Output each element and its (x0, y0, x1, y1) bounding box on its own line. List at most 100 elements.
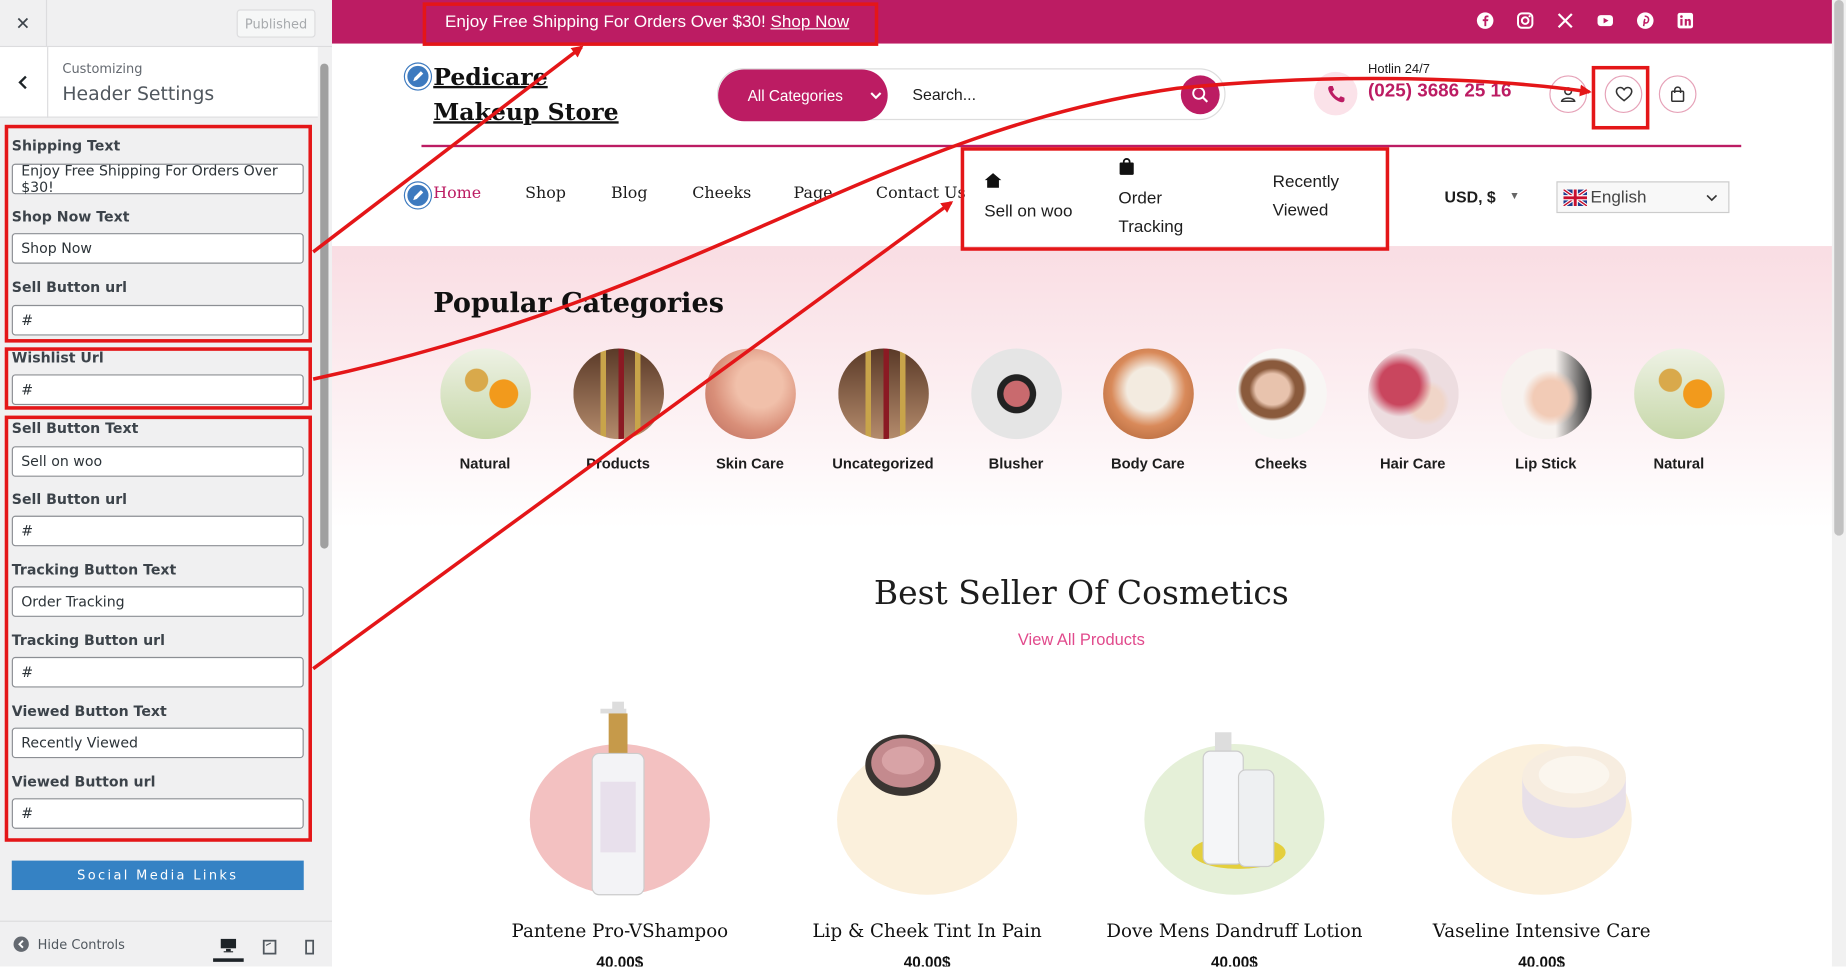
category-image (439, 348, 531, 440)
tracking-button-url-input[interactable]: # (11, 656, 304, 688)
tracking-button-text-input[interactable]: Order Tracking (11, 586, 304, 617)
sell-button-url-label: Sell Button url (11, 279, 128, 296)
category-image (1235, 348, 1327, 440)
caret-down-icon[interactable]: ▼ (1509, 190, 1520, 202)
shipping-text-input[interactable]: Enjoy Free Shipping For Orders Over $30! (11, 162, 304, 195)
instagram-icon[interactable] (1516, 12, 1534, 30)
customizer-footer: Hide Controls (0, 920, 332, 967)
product-price: 40.00$ (903, 953, 951, 967)
sidebar-scroll-thumb[interactable] (320, 63, 329, 549)
nav-contact-us[interactable]: Contact Us (876, 184, 966, 203)
social-media-links-button[interactable]: Social Media Links (11, 860, 304, 891)
nav-blog[interactable]: Blog (611, 184, 648, 203)
shopping-bag-icon (1119, 158, 1134, 175)
desktop-preview-icon[interactable] (213, 931, 244, 962)
product-price: 40.00$ (1210, 953, 1258, 967)
search-input[interactable]: Search... (912, 86, 976, 104)
category-image (1102, 348, 1194, 440)
product-name[interactable]: Dove Mens Dandruff Lotion (1081, 921, 1388, 942)
viewed-button-url-label: Viewed Button url (11, 773, 156, 790)
category-blusher[interactable]: Blusher (950, 348, 1082, 472)
view-all-products-link[interactable]: View All Products (332, 630, 1831, 649)
nav-shop[interactable]: Shop (525, 184, 566, 203)
sell-button-url-input-2[interactable]: # (11, 515, 304, 547)
account-button[interactable] (1549, 75, 1588, 114)
product-image (865, 734, 941, 796)
sell-button-text-input[interactable]: Sell on woo (11, 446, 304, 477)
wishlist-url-input[interactable]: # (11, 374, 304, 405)
product-image (1191, 732, 1286, 869)
wishlist-button[interactable] (1604, 75, 1643, 114)
chevron-down-icon (1706, 194, 1718, 202)
currency-switcher[interactable]: USD, $ (1445, 188, 1496, 206)
viewed-button-url-input[interactable]: # (11, 798, 304, 829)
category-select[interactable]: All Categories (718, 69, 888, 122)
sell-button-url-input[interactable]: # (11, 304, 304, 336)
sell-on-woo-button[interactable]: Sell on woo (984, 170, 1072, 227)
category-body-care[interactable]: Body Care (1082, 348, 1214, 472)
mobile-preview-icon[interactable] (294, 931, 325, 962)
category-cheeks[interactable]: Cheeks (1215, 348, 1347, 472)
product-name[interactable]: Lip & Cheek Tint In Pain (773, 921, 1080, 942)
shop-now-link[interactable]: Shop Now (770, 13, 849, 32)
category-lip-stick[interactable]: Lip Stick (1480, 348, 1612, 472)
uk-flag-icon (1563, 188, 1588, 206)
language-label: English (1590, 187, 1647, 207)
hotline-number[interactable]: (025) 3686 25 16 (1368, 81, 1515, 102)
recently-viewed-button[interactable]: Recently Viewed (1273, 168, 1361, 225)
nav-page[interactable]: Page (794, 184, 833, 203)
published-button[interactable]: Published (236, 9, 316, 38)
shop-now-text-label: Shop Now Text (11, 208, 130, 225)
site-logo[interactable]: Pedicare Makeup Store (433, 59, 618, 130)
youtube-icon[interactable] (1596, 12, 1614, 30)
category-image (1500, 348, 1592, 440)
pinterest-icon[interactable] (1636, 12, 1654, 30)
category-skin-care[interactable]: Skin Care (684, 348, 816, 472)
close-icon[interactable]: ✕ (0, 0, 48, 48)
category-products[interactable]: Products (552, 348, 684, 472)
sell-button-text-label: Sell Button Text (11, 420, 139, 437)
phone-icon (1313, 71, 1358, 116)
customizer-sidebar: ✕ Published Customizing Header Settings … (0, 0, 332, 967)
shop-now-text-input[interactable]: Shop Now (11, 233, 304, 264)
edit-pencil-icon[interactable] (404, 182, 431, 209)
language-select[interactable]: English (1556, 181, 1730, 214)
sell-button-url-label-2: Sell Button url (11, 490, 128, 508)
best-seller-title: Best Seller Of Cosmetics (873, 573, 1289, 613)
product-name[interactable]: Vaseline Intensive Care (1388, 921, 1695, 942)
category-natural-2[interactable]: Natural (1613, 348, 1745, 472)
back-arrow-icon[interactable] (0, 47, 49, 118)
category-image (970, 348, 1062, 440)
sidebar-scrollbar[interactable] (317, 47, 332, 921)
viewed-button-text-input[interactable]: Recently Viewed (11, 727, 304, 759)
cart-button[interactable] (1658, 75, 1697, 114)
popular-categories-title: Popular Categories (433, 287, 724, 320)
preview-scroll-thumb[interactable] (1834, 0, 1844, 536)
product-price: 40.00$ (1518, 953, 1566, 967)
order-tracking-button[interactable]: Order Tracking (1118, 157, 1206, 242)
category-label: Natural (1653, 455, 1705, 473)
category-image (572, 348, 664, 440)
category-uncategorized[interactable]: Uncategorized (817, 348, 949, 472)
facebook-icon[interactable] (1476, 12, 1494, 30)
hide-controls-button[interactable]: Hide Controls (13, 936, 125, 952)
header-divider (421, 144, 1742, 148)
nav-cheeks[interactable]: Cheeks (692, 184, 751, 203)
nav-home[interactable]: Home (433, 184, 481, 203)
promo-topbar: Enjoy Free Shipping For Orders Over $30!… (331, 0, 1846, 44)
tablet-preview-icon[interactable] (254, 931, 285, 962)
category-label: Products (586, 455, 650, 473)
edit-pencil-icon[interactable] (404, 63, 431, 90)
sell-on-woo-label: Sell on woo (984, 202, 1073, 222)
x-icon[interactable] (1556, 12, 1574, 30)
category-label: Body Care (1111, 455, 1185, 473)
order-tracking-label: Order Tracking (1118, 189, 1184, 237)
category-hair-care[interactable]: Hair Care (1347, 348, 1479, 472)
search-button[interactable] (1180, 75, 1220, 115)
product-name[interactable]: Pantene Pro-VShampoo (466, 921, 773, 942)
preview-scrollbar[interactable] (1831, 0, 1846, 967)
category-image (1633, 348, 1725, 440)
category-natural[interactable]: Natural (419, 348, 551, 472)
linkedin-icon[interactable] (1676, 12, 1694, 30)
search-bar: All Categories Search... (716, 68, 1226, 122)
